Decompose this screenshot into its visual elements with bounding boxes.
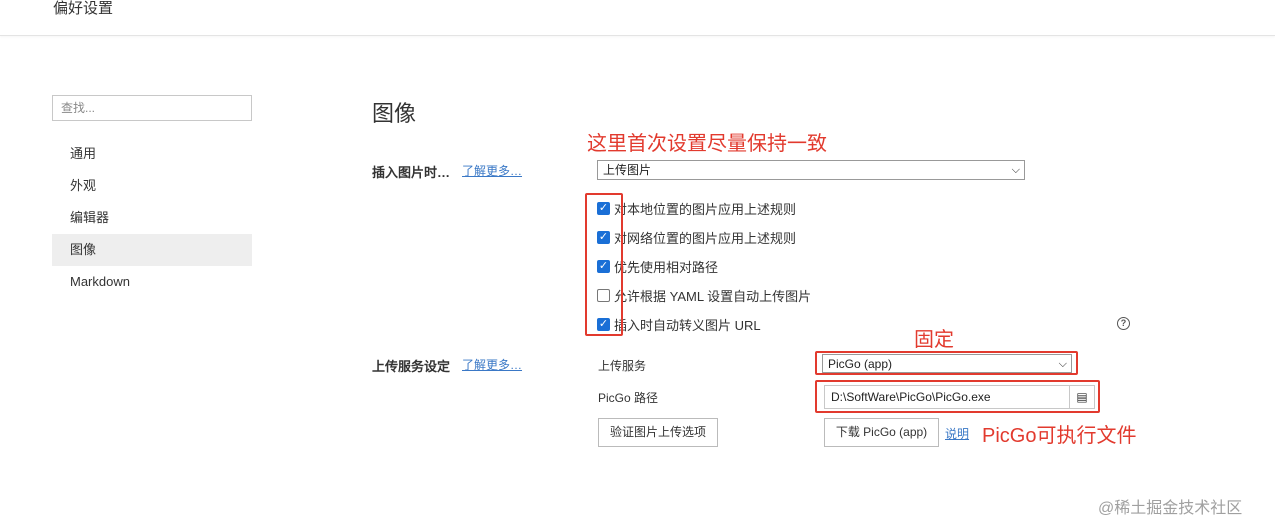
option-label: 插入时自动转义图片 URL xyxy=(614,317,761,333)
annotation-path-box xyxy=(815,380,1100,413)
path-field-label: PicGo 路径 xyxy=(598,391,659,405)
sidebar-item-markdown[interactable]: Markdown xyxy=(52,266,252,298)
upload-service-label: 上传服务设定 xyxy=(372,359,451,374)
option-label: 优先使用相对路径 xyxy=(614,259,719,275)
title-bar: 偏好设置 xyxy=(0,0,1275,36)
annotation-service-box xyxy=(815,351,1078,375)
insert-image-select-value: 上传图片 xyxy=(603,163,652,177)
upload-learn-more-link[interactable]: 了解更多… xyxy=(462,356,522,373)
insert-image-select[interactable]: 上传图片 ⌵ xyxy=(597,160,1025,180)
download-picgo-button[interactable]: 下载 PicGo (app) xyxy=(824,418,939,447)
option-label: 对本地位置的图片应用上述规则 xyxy=(614,201,797,217)
chevron-down-icon: ⌵ xyxy=(1011,164,1020,176)
option-label: 允许根据 YAML 设置自动上传图片 xyxy=(614,288,812,304)
sidebar-item-appearance[interactable]: 外观 xyxy=(52,170,252,202)
help-circle-icon[interactable]: ? xyxy=(1117,317,1130,330)
service-field-label: 上传服务 xyxy=(598,359,647,373)
option-label: 对网络位置的图片应用上述规则 xyxy=(614,230,797,246)
sidebar-item-editor[interactable]: 编辑器 xyxy=(52,202,252,234)
insert-image-label: 插入图片时… xyxy=(372,165,451,180)
annotation-fixed: 固定 xyxy=(914,329,954,351)
option-local-rules[interactable]: ✓ 对本地位置的图片应用上述规则 xyxy=(597,198,796,218)
annotation-picgo-exe: PicGo可执行文件 xyxy=(982,425,1137,447)
annotation-checkbox-box xyxy=(585,193,623,336)
sidebar-item-general[interactable]: 通用 xyxy=(52,138,252,170)
verify-upload-button[interactable]: 验证图片上传选项 xyxy=(598,418,718,447)
insert-learn-more-link[interactable]: 了解更多… xyxy=(462,162,522,179)
option-yaml-upload[interactable]: 允许根据 YAML 设置自动上传图片 xyxy=(597,285,811,305)
docs-link[interactable]: 说明 xyxy=(945,425,969,442)
watermark: @稀土掘金技术社区 xyxy=(1098,500,1243,517)
sidebar-item-image[interactable]: 图像 xyxy=(52,234,252,266)
search-input[interactable] xyxy=(52,95,252,121)
page-title: 图像 xyxy=(372,101,417,126)
option-network-rules[interactable]: ✓ 对网络位置的图片应用上述规则 xyxy=(597,227,796,247)
window-title: 偏好设置 xyxy=(53,0,114,17)
sidebar-nav: 通用 外观 编辑器 图像 Markdown xyxy=(52,138,252,298)
annotation-first-setup: 这里首次设置尽量保持一致 xyxy=(587,133,827,155)
